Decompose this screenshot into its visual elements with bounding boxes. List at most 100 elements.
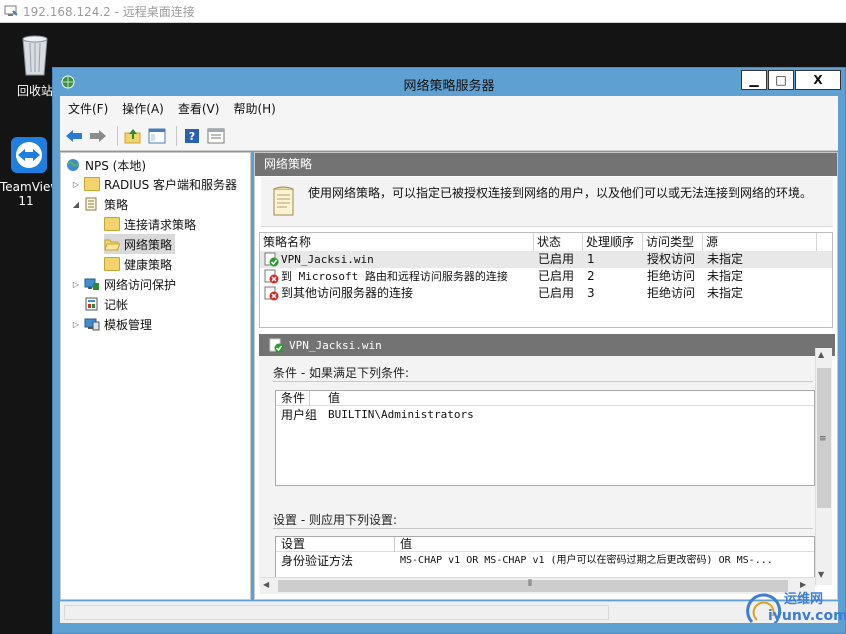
conditions-title: 条件 - 如果满足下列条件: [273, 366, 410, 380]
scroll-thumb[interactable] [278, 580, 788, 592]
policy-source: 未指定 [707, 252, 744, 266]
tree-item-nap[interactable]: ▷ 网络访问保护 [71, 274, 176, 294]
column-header-source[interactable]: 源 [703, 233, 817, 251]
close-button[interactable]: X [795, 70, 841, 90]
policy-deny-icon [264, 286, 279, 303]
column-header-value[interactable]: 值 [328, 391, 340, 406]
pane-header: 网络策略 [255, 153, 837, 176]
condition-key: 用户组 [281, 408, 318, 422]
tree-item-radius[interactable]: ▷ RADIUS 客户端和服务器 [71, 174, 237, 194]
policy-document-icon [84, 197, 100, 211]
tree-item-connection-request-policies[interactable]: 连接请求策略 [104, 214, 196, 234]
settings-title: 设置 - 则应用下列设置: [273, 513, 398, 527]
templates-icon [84, 317, 100, 331]
recycle-bin-icon [22, 35, 48, 76]
scroll-up-icon[interactable]: ▲ [818, 350, 824, 359]
collapse-arrow-icon[interactable]: ◢ [71, 200, 81, 209]
policy-access: 拒绝访问 [647, 269, 696, 283]
network-access-protection-icon [84, 277, 100, 291]
detail-body: 条件 - 如果满足下列条件: 条件 值 用户组 BUILTIN\Administ… [259, 356, 817, 587]
detail-title: VPN_Jacksi.win [289, 339, 382, 352]
status-bar [60, 601, 838, 623]
column-header-value[interactable]: 值 [400, 537, 412, 552]
tree-item-nps-root[interactable]: NPS (本地) [65, 155, 146, 175]
menu-view[interactable]: 查看(V) [178, 100, 220, 117]
minimize-button[interactable]: ▁ [741, 70, 767, 90]
nps-window: 网络策略服务器 ▁ □ X 文件(F) 操作(A) 查看(V) 帮助(H) ? [52, 67, 846, 634]
policy-deny-icon [264, 269, 279, 286]
tree-item-network-policies[interactable]: 网络策略 [104, 234, 176, 254]
menu-help[interactable]: 帮助(H) [233, 100, 275, 117]
table-row[interactable]: VPN_Jacksi.win 已启用 1 授权访问 未指定 [260, 251, 832, 268]
detail-header: VPN_Jacksi.win [259, 334, 835, 356]
status-pane [64, 605, 609, 620]
maximize-button[interactable]: □ [768, 70, 794, 90]
policy-source: 未指定 [707, 286, 744, 300]
detail-vertical-scrollbar[interactable]: ▲ ≡ ▼ [815, 348, 832, 585]
policy-allow-icon [269, 338, 284, 353]
tree-item-label: 记帐 [104, 297, 129, 312]
column-header-access-type[interactable]: 访问类型 [643, 233, 703, 251]
up-folder-icon[interactable] [123, 126, 143, 146]
scroll-down-icon[interactable]: ▼ [818, 570, 824, 579]
help-icon[interactable]: ? [182, 126, 202, 146]
tree-item-accounting[interactable]: 记帐 [84, 294, 128, 314]
table-row[interactable]: 到 Microsoft 路由和远程访问服务器的连接 已启用 2 拒绝访问 未指定 [260, 268, 832, 285]
policy-name: 到其他访问服务器的连接 [281, 286, 414, 300]
folder-icon [104, 257, 120, 271]
tree-item-policies[interactable]: ◢ 策略 [71, 194, 128, 214]
expand-arrow-icon[interactable]: ▷ [71, 320, 81, 329]
notepad-icon [273, 186, 294, 216]
scroll-left-icon[interactable]: ◀ [263, 580, 269, 589]
column-header-name[interactable]: 策略名称 [260, 233, 534, 251]
properties-icon[interactable] [206, 126, 226, 146]
tree-item-templates[interactable]: ▷ 模板管理 [71, 314, 152, 334]
policy-source: 未指定 [707, 269, 744, 283]
watermark-domain: iyunv.com [768, 608, 846, 624]
table-row[interactable]: 用户组 BUILTIN\Administrators [276, 407, 814, 423]
rdp-title: 192.168.124.2 - 远程桌面连接 [23, 4, 195, 19]
policy-access: 拒绝访问 [647, 286, 696, 300]
tree-item-label: 网络策略 [124, 237, 173, 252]
tree-item-label: 连接请求策略 [124, 217, 197, 232]
table-row[interactable]: 身份验证方法 MS-CHAP v1 OR MS-CHAP v1 (用户可以在密码… [276, 553, 814, 569]
policy-status: 已启用 [538, 286, 575, 300]
policy-list: 策略名称 状态 处理顺序 访问类型 源 VPN_Jacksi.win 已启用 1… [259, 232, 833, 328]
menu-action[interactable]: 操作(A) [122, 100, 164, 117]
table-row[interactable]: 到其他访问服务器的连接 已启用 3 拒绝访问 未指定 [260, 285, 832, 302]
forward-icon[interactable] [88, 126, 108, 146]
policy-order: 1 [587, 252, 595, 266]
toolbar: ? [60, 121, 838, 151]
tree-item-health-policies[interactable]: 健康策略 [104, 254, 172, 274]
folder-icon [104, 217, 120, 231]
policy-order: 3 [587, 286, 595, 300]
expand-arrow-icon[interactable]: ▷ [71, 180, 81, 189]
column-header-condition[interactable]: 条件 [281, 391, 311, 406]
policy-name: 到 Microsoft 路由和远程访问服务器的连接 [281, 270, 508, 283]
tree-item-label: 网络访问保护 [104, 277, 177, 292]
settings-header-row: 设置 值 [276, 537, 814, 552]
window-titlebar[interactable]: 网络策略服务器 ▁ □ X [53, 68, 845, 96]
desktop-icon-teamviewer[interactable]: TeamViewer 11 [0, 135, 73, 208]
policy-allow-icon [264, 252, 279, 269]
policy-order: 2 [587, 269, 595, 283]
column-header-order[interactable]: 处理顺序 [583, 233, 643, 251]
condition-value: BUILTIN\Administrators [328, 408, 474, 421]
menu-bar: 文件(F) 操作(A) 查看(V) 帮助(H) [60, 96, 838, 121]
policy-status: 已启用 [538, 269, 575, 283]
menu-file[interactable]: 文件(F) [68, 100, 108, 117]
conditions-header-row: 条件 值 [276, 391, 814, 406]
expand-arrow-icon[interactable]: ▷ [71, 280, 81, 289]
tree-item-label: 模板管理 [104, 317, 153, 332]
detail-horizontal-scrollbar[interactable]: ◀ ⦀ ▶ [260, 577, 815, 594]
column-header-setting[interactable]: 设置 [276, 537, 395, 552]
back-icon[interactable] [64, 126, 84, 146]
column-header-status[interactable]: 状态 [534, 233, 583, 251]
policy-name: VPN_Jacksi.win [281, 253, 374, 266]
show-hide-tree-icon[interactable] [147, 126, 167, 146]
rdp-title-bar: 192.168.124.2 - 远程桌面连接 [0, 0, 846, 23]
policy-status: 已启用 [538, 252, 575, 266]
teamviewer-icon [11, 137, 47, 173]
tree-item-label: NPS (本地) [85, 158, 147, 173]
toolbar-separator [117, 125, 118, 146]
